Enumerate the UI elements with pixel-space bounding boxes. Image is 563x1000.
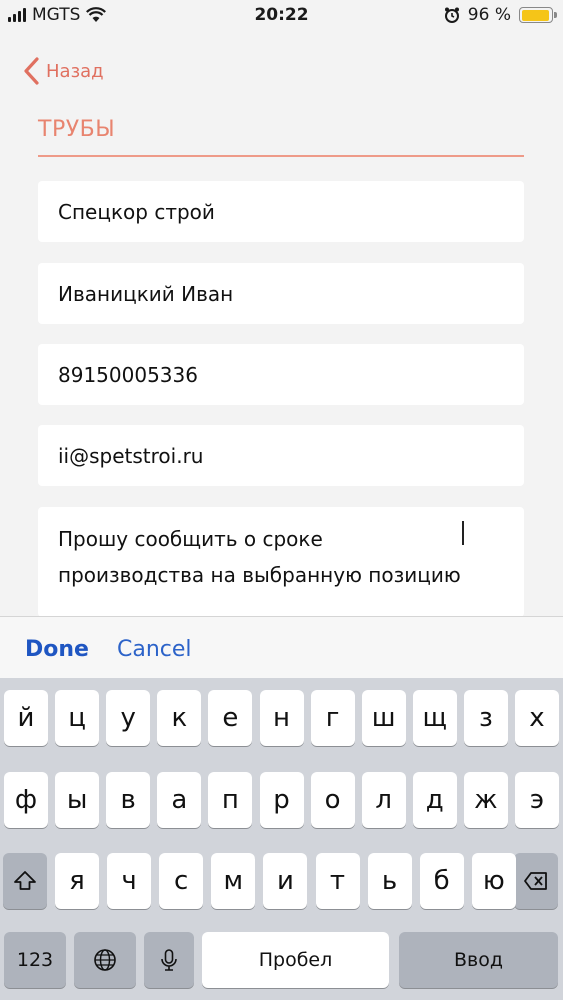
- key-б[interactable]: б: [419, 853, 464, 909]
- page-title: ТРУБЫ: [38, 117, 116, 142]
- alarm-icon: [444, 7, 459, 23]
- globe-icon: [94, 949, 116, 971]
- backspace-key[interactable]: [514, 853, 558, 909]
- key-т[interactable]: т: [315, 853, 360, 909]
- phone-field[interactable]: 89150005336: [38, 344, 524, 405]
- back-label: Назад: [46, 60, 104, 82]
- key-а[interactable]: а: [157, 772, 202, 828]
- key-е[interactable]: е: [208, 690, 253, 746]
- keyboard-accessory-bar: Done Cancel: [0, 616, 563, 678]
- text-caret: [461, 521, 464, 545]
- key-с[interactable]: с: [159, 853, 204, 909]
- key-я[interactable]: я: [55, 853, 99, 909]
- microphone-key[interactable]: [144, 932, 194, 988]
- key-ц[interactable]: ц: [55, 690, 100, 746]
- battery-fill: [521, 9, 550, 21]
- key-ж[interactable]: ж: [463, 772, 508, 828]
- back-button[interactable]: Назад: [22, 56, 104, 86]
- microphone-icon: [161, 949, 177, 971]
- battery-percent: 96 %: [467, 5, 511, 25]
- key-о[interactable]: о: [310, 772, 355, 828]
- key-ь[interactable]: ь: [367, 853, 412, 909]
- key-н[interactable]: н: [259, 690, 304, 746]
- name-field[interactable]: Иваницкий Иван: [38, 263, 524, 324]
- space-key[interactable]: Пробел: [202, 932, 389, 988]
- numbers-key[interactable]: 123: [4, 932, 66, 988]
- shift-key[interactable]: [3, 853, 47, 909]
- key-щ[interactable]: щ: [412, 690, 457, 746]
- backspace-icon: [524, 872, 547, 890]
- return-key[interactable]: Ввод: [399, 932, 558, 988]
- key-э[interactable]: э: [515, 772, 559, 828]
- globe-key[interactable]: [74, 932, 136, 988]
- email-field[interactable]: ii@spetstroi.ru: [38, 425, 524, 486]
- battery-icon: [519, 7, 557, 23]
- key-л[interactable]: л: [361, 772, 406, 828]
- key-к[interactable]: к: [157, 690, 202, 746]
- key-ы[interactable]: ы: [55, 772, 100, 828]
- message-field[interactable]: Прошу сообщить о сроке производства на в…: [38, 507, 524, 617]
- key-п[interactable]: п: [208, 772, 253, 828]
- key-ф[interactable]: ф: [4, 772, 48, 828]
- key-и[interactable]: и: [263, 853, 308, 909]
- key-х[interactable]: х: [515, 690, 559, 746]
- shift-icon: [14, 871, 36, 890]
- company-field[interactable]: Спецкор строй: [38, 181, 524, 242]
- chevron-left-icon: [24, 57, 39, 85]
- key-р[interactable]: р: [259, 772, 304, 828]
- message-text: Прошу сообщить о сроке производства на в…: [58, 527, 461, 587]
- key-ю[interactable]: ю: [471, 853, 516, 909]
- key-в[interactable]: в: [106, 772, 151, 828]
- key-м[interactable]: м: [211, 853, 256, 909]
- cancel-button[interactable]: Cancel: [117, 637, 192, 662]
- key-ш[interactable]: ш: [361, 690, 406, 746]
- key-у[interactable]: у: [106, 690, 151, 746]
- status-right: 96 %: [444, 5, 557, 25]
- key-д[interactable]: д: [412, 772, 457, 828]
- keyboard: йцукенгшщзх фывапролджэ ячсмитьбю 123 Пр…: [0, 678, 563, 1000]
- status-bar: MGTS 20:22 96 %: [0, 0, 563, 32]
- key-й[interactable]: й: [4, 690, 48, 746]
- title-divider: [38, 155, 524, 157]
- key-г[interactable]: г: [310, 690, 355, 746]
- key-з[interactable]: з: [463, 690, 508, 746]
- done-button[interactable]: Done: [25, 637, 89, 662]
- key-ч[interactable]: ч: [107, 853, 152, 909]
